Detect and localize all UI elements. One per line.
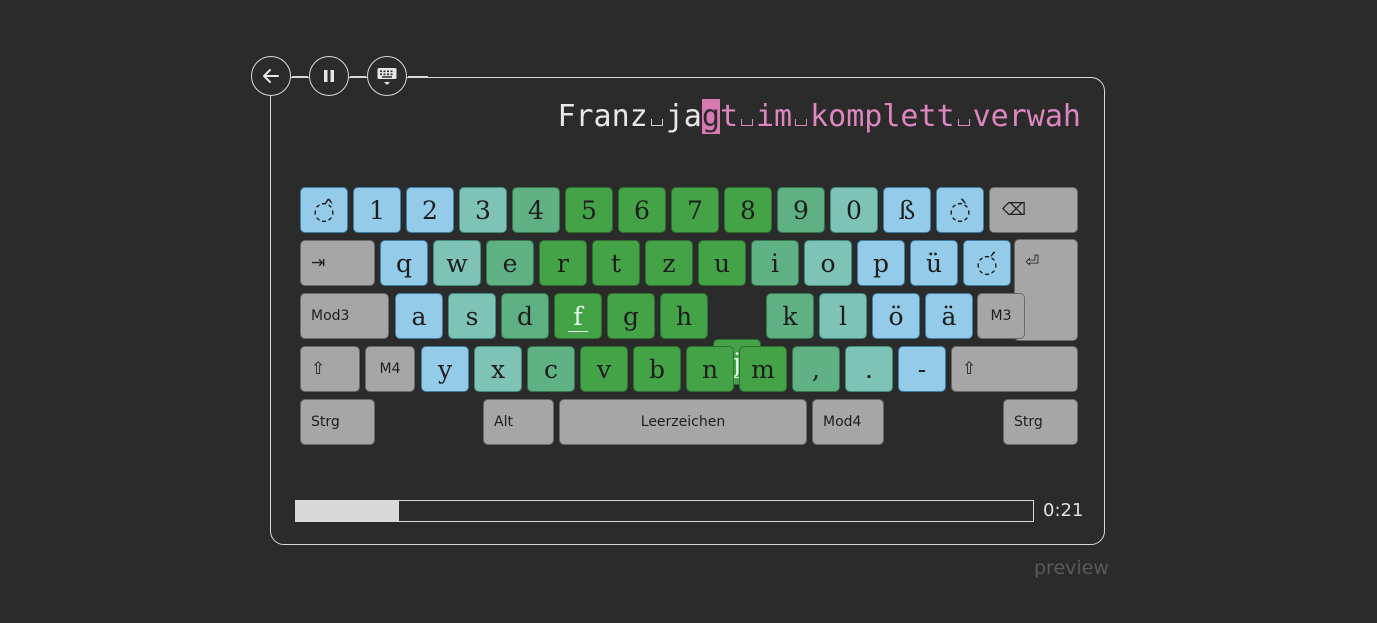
key-k[interactable]: k (766, 293, 814, 339)
mod3-left-key[interactable]: Mod3 (300, 293, 389, 339)
keyboard-icon (377, 68, 397, 85)
key-m[interactable]: m (739, 346, 787, 392)
pending-text: t (719, 99, 738, 134)
mod4-left-key[interactable]: M4 (365, 346, 415, 392)
key-b[interactable]: b (633, 346, 681, 392)
key-acute[interactable]: ◌́ (963, 240, 1011, 286)
key-x[interactable]: x (474, 346, 522, 392)
key-hyphen[interactable]: - (898, 346, 946, 392)
key-u-umlaut[interactable]: ü (910, 240, 958, 286)
backspace-key[interactable]: ⌫ (989, 187, 1078, 233)
key-r[interactable]: r (539, 240, 587, 286)
key-4[interactable]: 4 (512, 187, 560, 233)
preview-label: preview (1034, 557, 1109, 579)
key-3[interactable]: 3 (459, 187, 507, 233)
pending-word: verwah (972, 99, 1081, 134)
key-i[interactable]: i (751, 240, 799, 286)
key-5[interactable]: 5 (565, 187, 613, 233)
key-f[interactable]: f (554, 293, 602, 339)
shift-left-key[interactable]: ⇧ (300, 346, 360, 392)
key-l[interactable]: l (819, 293, 867, 339)
typed-word: ja (665, 99, 702, 134)
ctrl-left-key[interactable]: Strg (300, 399, 375, 445)
ctrl-right-key[interactable]: Strg (1003, 399, 1078, 445)
key-d[interactable]: d (501, 293, 549, 339)
typed-word: Franz (557, 99, 648, 134)
toolbar-connector (408, 76, 428, 77)
key-n[interactable]: n (686, 346, 734, 392)
pause-icon (324, 70, 334, 82)
space-marker (792, 98, 810, 136)
key-v[interactable]: v (580, 346, 628, 392)
key-circumflex[interactable]: ◌̂ (300, 187, 348, 233)
key-o[interactable]: o (804, 240, 852, 286)
key-p[interactable]: p (857, 240, 905, 286)
mod4-right-key[interactable]: Mod4 (812, 399, 884, 445)
space-marker (955, 98, 973, 136)
key-eszett[interactable]: ß (883, 187, 931, 233)
pending-word: im (756, 99, 793, 134)
key-a[interactable]: a (395, 293, 443, 339)
keyboard-toggle-button[interactable] (367, 56, 407, 96)
key-6[interactable]: 6 (618, 187, 666, 233)
key-9[interactable]: 9 (777, 187, 825, 233)
key-y[interactable]: y (421, 346, 469, 392)
back-button[interactable] (251, 56, 291, 96)
key-period[interactable]: . (845, 346, 893, 392)
typing-text: Franz jagt im komplett verwah (557, 98, 1081, 136)
key-h[interactable]: h (660, 293, 708, 339)
tab-key[interactable]: ⇥ (300, 240, 375, 286)
key-grave[interactable]: ◌̀ (936, 187, 984, 233)
alt-key[interactable]: Alt (483, 399, 554, 445)
key-t[interactable]: t (592, 240, 640, 286)
arrow-left-icon (263, 69, 279, 83)
mod3-right-key[interactable]: M3 (977, 293, 1025, 339)
key-e[interactable]: e (486, 240, 534, 286)
key-u[interactable]: u (698, 240, 746, 286)
space-key[interactable]: Leerzeichen (559, 399, 807, 445)
key-g[interactable]: g (607, 293, 655, 339)
progress-bar (295, 500, 1034, 522)
shift-right-key[interactable]: ⇧ (951, 346, 1078, 392)
key-w[interactable]: w (433, 240, 481, 286)
pending-word: komplett (810, 99, 955, 134)
key-z[interactable]: z (645, 240, 693, 286)
key-q[interactable]: q (380, 240, 428, 286)
space-marker (648, 98, 666, 136)
key-o-umlaut[interactable]: ö (872, 293, 920, 339)
progress-fill (296, 501, 400, 521)
toolbar-connector (292, 76, 308, 77)
key-7[interactable]: 7 (671, 187, 719, 233)
key-c[interactable]: c (527, 346, 575, 392)
toolbar-connector (350, 76, 366, 77)
key-8[interactable]: 8 (724, 187, 772, 233)
key-comma[interactable]: , (792, 346, 840, 392)
pause-button[interactable] (309, 56, 349, 96)
key-0[interactable]: 0 (830, 187, 878, 233)
key-s[interactable]: s (448, 293, 496, 339)
key-2[interactable]: 2 (406, 187, 454, 233)
elapsed-time: 0:21 (1043, 500, 1084, 521)
key-1[interactable]: 1 (353, 187, 401, 233)
space-marker (738, 98, 756, 136)
current-character: g (701, 99, 720, 134)
key-a-umlaut[interactable]: ä (925, 293, 973, 339)
